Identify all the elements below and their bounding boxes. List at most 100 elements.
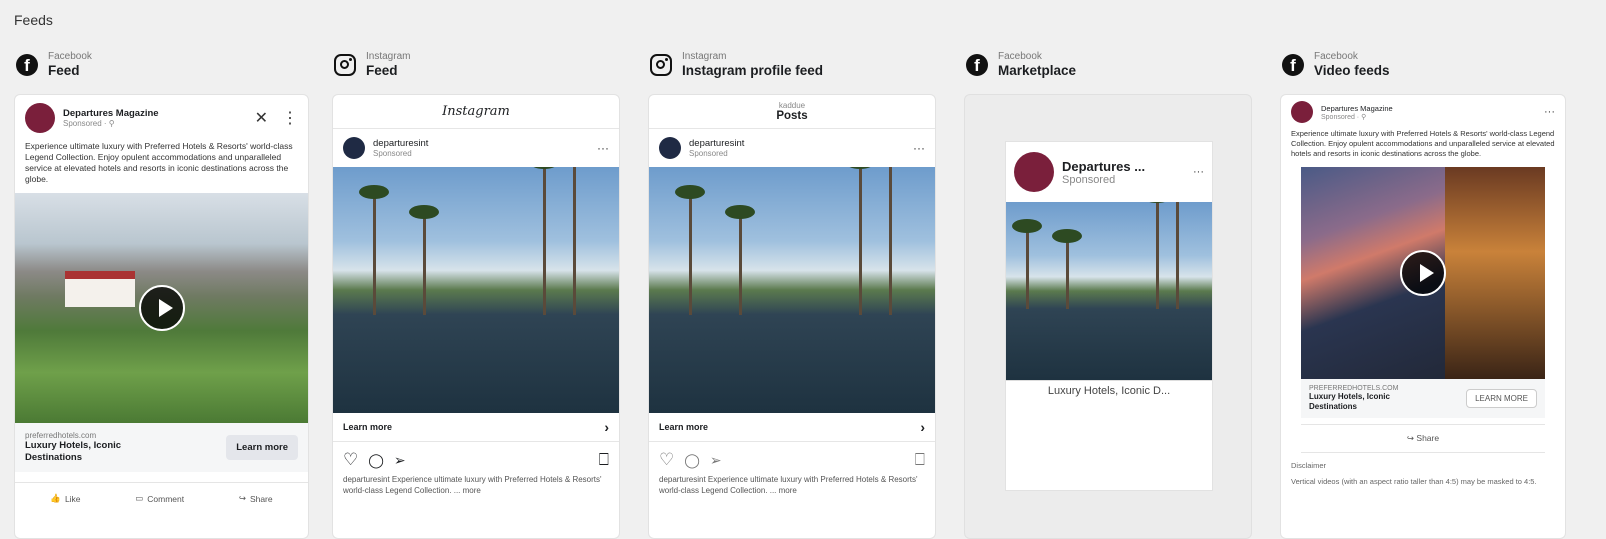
like-button[interactable]: 👍 Like — [50, 493, 80, 504]
sponsored-label: Sponsored — [373, 149, 412, 158]
instagram-icon — [650, 54, 672, 76]
send-icon[interactable]: ➢ — [710, 452, 722, 469]
section-title: Feeds — [14, 12, 53, 28]
ad-body-text: Experience ultimate luxury with Preferre… — [25, 141, 293, 184]
placement-column-facebook-marketplace: f Facebook Marketplace Departures ... Sp… — [964, 46, 1259, 539]
account-name: departuresint — [373, 138, 429, 149]
link-headline: Luxury Hotels, Iconic Destinations — [1309, 392, 1390, 411]
like-icon: 👍 — [50, 493, 61, 503]
link-footer[interactable]: PREFERREDHOTELS.COM Luxury Hotels, Iconi… — [1301, 379, 1545, 418]
avatar — [1014, 152, 1054, 192]
comment-icon[interactable]: ◯ — [684, 452, 700, 469]
save-icon[interactable]: ⎕ — [599, 450, 609, 470]
placement-label: Feed — [48, 63, 80, 78]
learn-more-button[interactable]: Learn more — [226, 435, 298, 460]
link-headline: Luxury Hotels, Iconic Destinations — [25, 440, 122, 463]
more-vertical-icon[interactable]: ⋮ — [282, 108, 298, 128]
profile-header: kaddue Posts — [649, 95, 935, 129]
more-horizontal-icon[interactable]: ··· — [1544, 106, 1555, 118]
post-header: departuresint Sponsored ··· — [333, 129, 619, 167]
platform-label: Facebook — [998, 51, 1042, 62]
sponsored-label: Sponsored — [689, 149, 728, 158]
close-icon[interactable]: ✕ — [255, 108, 268, 128]
disclaimer-text: Vertical videos (with an aspect ratio ta… — [1291, 477, 1537, 486]
listing-title: Luxury Hotels, Iconic D... — [1006, 380, 1212, 401]
placement-column-instagram-feed: Instagram Feed Instagram departuresint S… — [332, 46, 627, 539]
placement-label: Video feeds — [1314, 63, 1390, 78]
save-icon[interactable]: ⎕ — [915, 450, 925, 470]
more-horizontal-icon[interactable]: ··· — [597, 141, 609, 155]
page-name: Departures Magazine — [63, 108, 159, 119]
posts-title: Posts — [776, 110, 808, 122]
placement-header: f Facebook Feed — [14, 46, 309, 84]
ad-preview-card[interactable]: Departures Magazine Sponsored · ⚲ ✕ ⋮ Ex… — [14, 94, 309, 539]
comment-icon[interactable]: ◯ — [368, 452, 384, 469]
platform-label: Facebook — [1314, 51, 1358, 62]
account-name: departuresint — [689, 138, 745, 149]
disclaimer-label: Disclaimer — [1291, 461, 1327, 470]
share-icon: ↪ — [1406, 433, 1415, 443]
post-header: departuresint Sponsored ··· — [649, 129, 935, 167]
ad-preview-card[interactable]: Departures ... Sponsored ··· Luxury Hote… — [964, 94, 1252, 539]
ad-image[interactable] — [333, 167, 619, 413]
facebook-icon: f — [16, 54, 38, 76]
link-domain: preferredhotels.com — [25, 431, 97, 440]
instagram-icon — [334, 54, 356, 76]
learn-more-row[interactable]: Learn more › — [649, 413, 935, 442]
post-header: Departures ... Sponsored ··· — [1006, 142, 1212, 202]
placement-header: f Facebook Marketplace — [964, 46, 1259, 84]
ad-image[interactable] — [1006, 202, 1212, 380]
avatar — [1291, 101, 1313, 123]
chevron-right-icon: › — [920, 419, 925, 435]
learn-more-button[interactable]: LEARN MORE — [1466, 389, 1537, 408]
platform-label: Instagram — [366, 51, 411, 62]
more-horizontal-icon[interactable]: ··· — [913, 141, 925, 155]
page-name: Departures ... — [1062, 158, 1146, 174]
placement-header: Instagram Feed — [332, 46, 627, 84]
avatar — [25, 103, 55, 133]
more-horizontal-icon[interactable]: ··· — [1193, 166, 1204, 178]
play-icon[interactable] — [1400, 250, 1446, 296]
heart-icon[interactable]: ♡ — [343, 450, 358, 470]
comment-button[interactable]: ▭ Comment — [135, 493, 184, 504]
page-name: Departures Magazine — [1321, 103, 1393, 113]
heart-icon[interactable]: ♡ — [659, 450, 674, 470]
ad-preview-card[interactable]: Departures Magazine Sponsored · ⚲ ··· Ex… — [1280, 94, 1566, 539]
play-icon[interactable] — [138, 285, 185, 331]
placement-label: Instagram profile feed — [682, 63, 824, 78]
placement-label: Feed — [366, 63, 398, 78]
sponsored-label: Sponsored · ⚲ — [1321, 113, 1367, 121]
placement-label: Marketplace — [998, 63, 1077, 78]
ad-video-thumbnail[interactable] — [1301, 167, 1545, 379]
post-actions: ♡ ◯ ➢ ⎕ — [333, 442, 619, 474]
ad-preview-card[interactable]: Instagram departuresint Sponsored ··· Le… — [332, 94, 620, 539]
learn-more-row[interactable]: Learn more › — [333, 413, 619, 442]
send-icon[interactable]: ➢ — [394, 452, 406, 469]
ad-body-text: Experience ultimate luxury with Preferre… — [1291, 129, 1555, 158]
ad-image[interactable] — [649, 167, 935, 413]
share-button[interactable]: ↪ Share — [239, 493, 273, 504]
chevron-right-icon: › — [604, 419, 609, 435]
post-header: Departures Magazine Sponsored · ⚲ ··· — [1281, 95, 1565, 129]
sponsored-label: Sponsored — [1062, 173, 1116, 186]
placement-column-instagram-profile-feed: Instagram Instagram profile feed kaddue … — [648, 46, 943, 539]
placement-column-facebook-feed: f Facebook Feed Departures Magazine Spon… — [14, 46, 309, 539]
share-button[interactable]: ↪ Share — [1301, 424, 1545, 453]
comment-icon: ▭ — [135, 493, 144, 503]
ad-preview-card[interactable]: kaddue Posts departuresint Sponsored ···… — [648, 94, 936, 539]
post-actions: ♡ ◯ ➢ ⎕ — [649, 442, 935, 474]
reaction-bar: 👍 Like ▭ Comment ↪ Share — [15, 482, 308, 510]
link-domain: PREFERREDHOTELS.COM — [1309, 385, 1399, 392]
platform-label: Facebook — [48, 51, 92, 62]
platform-label: Instagram — [682, 51, 727, 62]
post-caption: departuresint Experience ultimate luxury… — [659, 475, 918, 495]
marketplace-listing[interactable]: Departures ... Sponsored ··· Luxury Hote… — [1005, 141, 1213, 491]
facebook-icon: f — [1282, 54, 1304, 76]
placement-header: f Facebook Video feeds — [1280, 46, 1575, 84]
link-footer[interactable]: preferredhotels.com Luxury Hotels, Iconi… — [15, 423, 308, 472]
ad-video-thumbnail[interactable] — [15, 193, 308, 423]
placement-header: Instagram Instagram profile feed — [648, 46, 943, 84]
post-header: Departures Magazine Sponsored · ⚲ ✕ ⋮ — [15, 95, 308, 141]
sponsored-label: Sponsored · ⚲ — [63, 119, 115, 128]
instagram-logo: Instagram — [333, 95, 619, 129]
